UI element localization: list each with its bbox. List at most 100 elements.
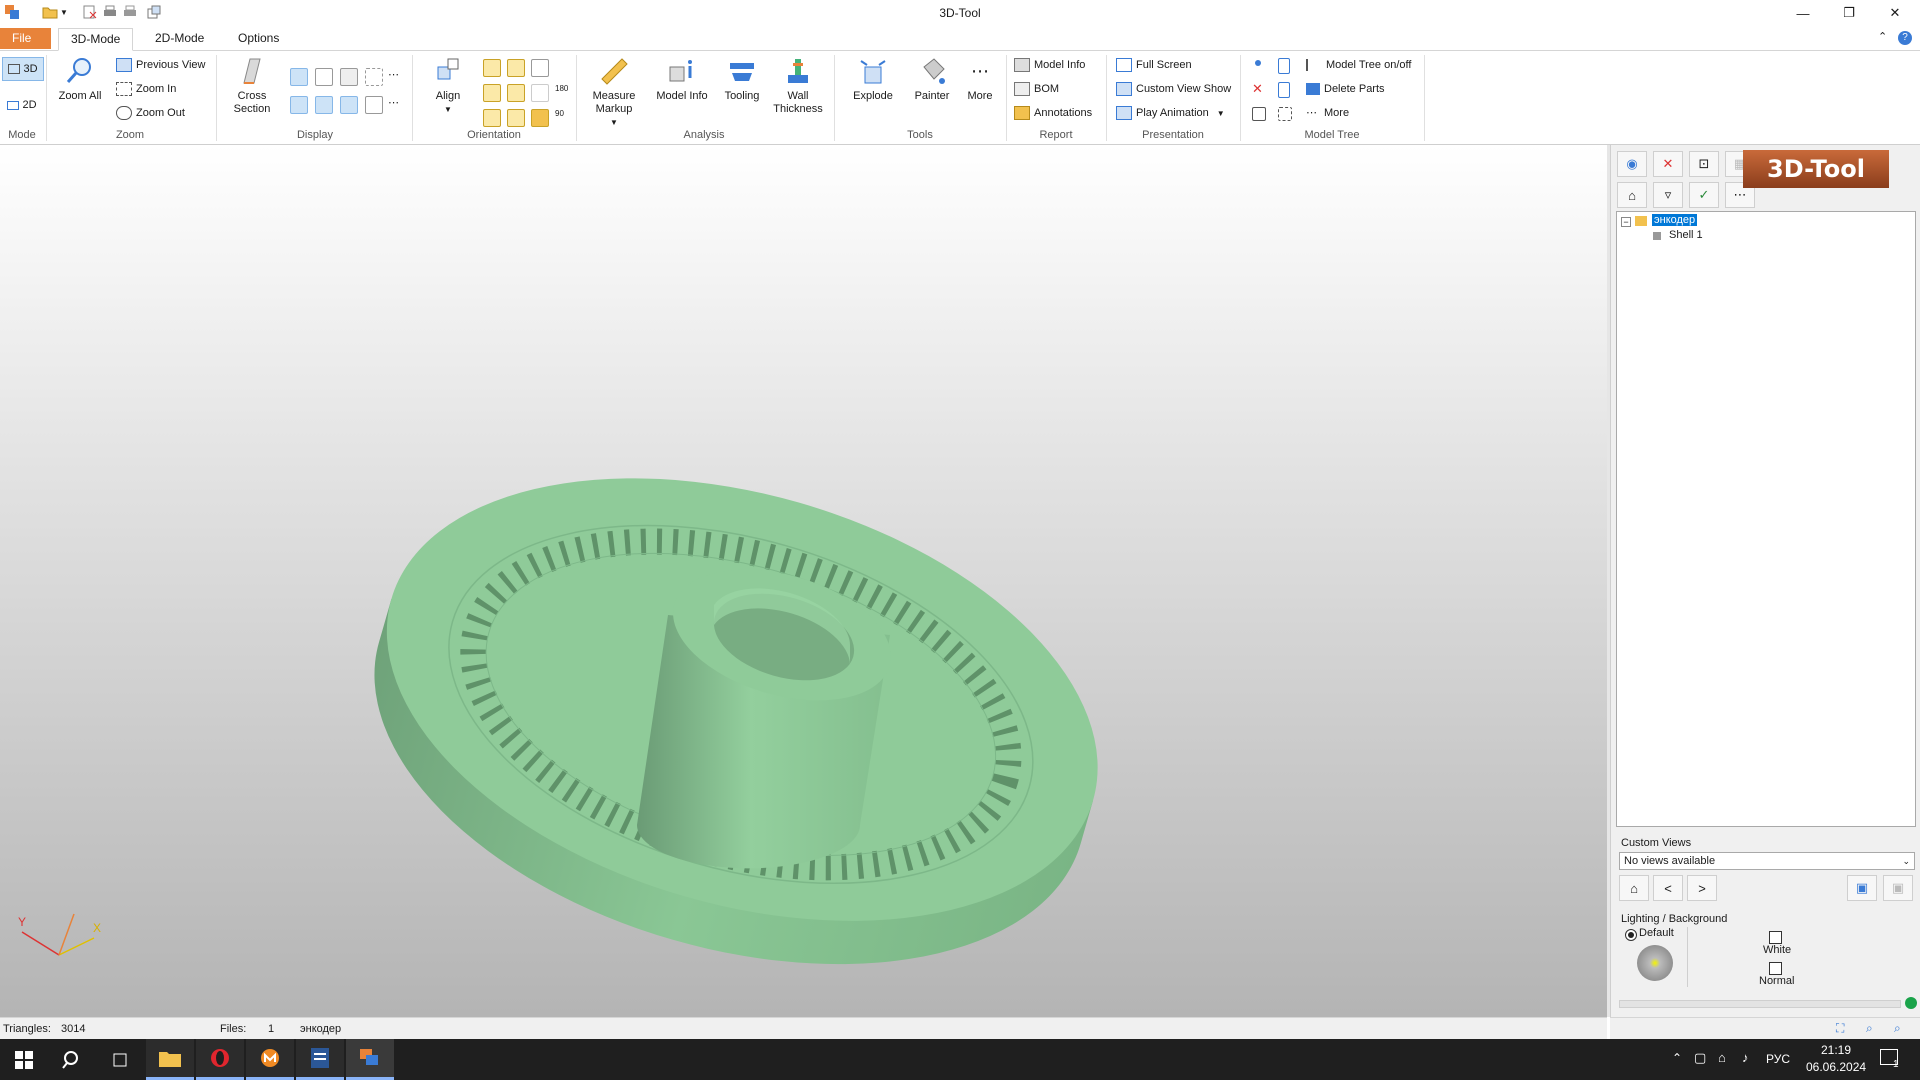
tray-device-icon[interactable]: ▢: [1694, 1050, 1706, 1066]
rotate-180-icon[interactable]: 180: [555, 84, 571, 100]
settings-icon[interactable]: [1278, 107, 1292, 121]
model-info-button[interactable]: Model Info: [650, 55, 714, 103]
view-custom-icon[interactable]: [531, 84, 549, 102]
more-model-tree-button[interactable]: ⋯ More: [1306, 104, 1349, 122]
explode-button[interactable]: Explode: [844, 55, 902, 103]
hidden-lines-icon[interactable]: [340, 68, 358, 86]
hide-icon[interactable]: ✕: [1252, 82, 1264, 96]
custom-views-select[interactable]: No views available ⌄: [1619, 852, 1915, 870]
painter-button[interactable]: Painter: [904, 55, 960, 103]
view-front-icon[interactable]: [483, 59, 501, 77]
hide-all-icon[interactable]: [1278, 82, 1290, 98]
show-part-icon[interactable]: ◉: [1617, 151, 1647, 177]
mail-app-icon[interactable]: [246, 1039, 294, 1080]
default-radio[interactable]: [1625, 929, 1637, 941]
view-top-icon[interactable]: [483, 109, 501, 127]
light-sphere-icon[interactable]: [1637, 945, 1673, 981]
custom-view-prev-button[interactable]: <: [1653, 875, 1683, 901]
tab-file[interactable]: File: [0, 28, 51, 49]
tooling-button[interactable]: Tooling: [716, 55, 768, 103]
edges-icon[interactable]: [290, 96, 308, 114]
restore-button[interactable]: ❐: [1826, 0, 1872, 26]
measure-markup-button[interactable]: Measure Markup ▼: [584, 55, 644, 129]
shaded-view-icon[interactable]: [290, 68, 308, 86]
tree-collapse-toggle[interactable]: −: [1621, 217, 1631, 227]
save-view-icon[interactable]: ▣: [1847, 875, 1877, 901]
play-animation-button[interactable]: Play Animation ▼: [1116, 104, 1225, 122]
points-icon[interactable]: [365, 96, 383, 114]
show-all-icon[interactable]: [1278, 58, 1290, 74]
encoder-model[interactable]: [0, 145, 1607, 1017]
tray-time[interactable]: 21:19: [1806, 1043, 1866, 1057]
view-back-icon[interactable]: [507, 59, 525, 77]
delete-parts-button[interactable]: Delete Parts: [1306, 80, 1385, 98]
file-explorer-icon[interactable]: [146, 1039, 194, 1080]
rotate-90-icon[interactable]: 90: [555, 109, 571, 125]
hide-part-icon[interactable]: ✕: [1653, 151, 1683, 177]
tab-3d-mode[interactable]: 3D-Mode: [58, 28, 134, 51]
tab-options[interactable]: Options: [226, 28, 291, 49]
opera-icon[interactable]: [196, 1039, 244, 1080]
align-button[interactable]: Align ▼: [420, 55, 476, 116]
cross-section-button[interactable]: Cross Section: [224, 55, 280, 116]
wall-thickness-button[interactable]: Wall Thickness: [770, 55, 826, 116]
tab-2d-mode[interactable]: 2D-Mode: [143, 28, 216, 49]
bom-button[interactable]: BOM: [1014, 80, 1059, 98]
more-tools-button[interactable]: ⋯ More: [960, 55, 1000, 103]
zoom-out-status-icon[interactable]: ⌕: [1894, 1021, 1901, 1036]
isolate-part-icon[interactable]: ⊡: [1689, 151, 1719, 177]
shaded-edges-icon[interactable]: [315, 68, 333, 86]
pmi-icon[interactable]: [340, 96, 358, 114]
tray-network-icon[interactable]: ⌂: [1718, 1050, 1726, 1065]
3d-viewport[interactable]: Y X: [0, 145, 1607, 1017]
white-checkbox[interactable]: [1769, 931, 1782, 944]
view-bottom-icon[interactable]: [507, 109, 525, 127]
mode-2d-button[interactable]: 2D: [2, 96, 42, 114]
close-window-button[interactable]: ✕: [1872, 0, 1918, 26]
task-view-icon[interactable]: [96, 1039, 144, 1080]
show-icon[interactable]: [1252, 58, 1264, 72]
search-icon[interactable]: [48, 1039, 96, 1080]
fit-view-icon[interactable]: ⛶: [1836, 1021, 1844, 1036]
help-icon[interactable]: ?: [1898, 31, 1912, 45]
full-screen-button[interactable]: Full Screen: [1116, 56, 1192, 74]
zoom-out-button[interactable]: Zoom Out: [116, 104, 185, 122]
previous-view-button[interactable]: Previous View: [116, 56, 206, 74]
zoom-in-button[interactable]: Zoom In: [116, 80, 176, 98]
windows-start-icon[interactable]: [0, 1039, 48, 1080]
wireframe-icon[interactable]: [365, 68, 383, 86]
tray-date[interactable]: 06.06.2024: [1806, 1060, 1866, 1074]
tray-chevron-up-icon[interactable]: ⌃: [1672, 1051, 1682, 1065]
tree-root-item[interactable]: энкодер: [1652, 214, 1698, 226]
normal-checkbox[interactable]: [1769, 962, 1782, 975]
filter-check-icon[interactable]: ✓: [1689, 182, 1719, 208]
more-display-icon[interactable]: ⋯: [388, 96, 404, 112]
view-right-icon[interactable]: [507, 84, 525, 102]
vertices-icon[interactable]: [315, 96, 333, 114]
3d-tool-taskbar-icon[interactable]: [346, 1039, 394, 1080]
filter-icon[interactable]: ▿: [1653, 182, 1683, 208]
view-left-icon[interactable]: [483, 84, 501, 102]
view-3d-icon[interactable]: [531, 109, 549, 127]
custom-view-show-button[interactable]: Custom View Show: [1116, 80, 1231, 98]
minimize-button[interactable]: —: [1780, 0, 1826, 26]
mode-3d-button[interactable]: 3D: [2, 57, 44, 81]
zoom-in-status-icon[interactable]: ⌕: [1866, 1021, 1873, 1036]
more-display-icon[interactable]: ⋯: [388, 68, 404, 84]
custom-view-home-icon[interactable]: ⌂: [1619, 875, 1649, 901]
delete-view-icon[interactable]: ▣: [1883, 875, 1913, 901]
annotations-button[interactable]: Annotations: [1014, 104, 1092, 122]
tray-volume-icon[interactable]: ♪: [1742, 1050, 1749, 1065]
custom-view-next-button[interactable]: >: [1687, 875, 1717, 901]
word-app-icon[interactable]: [296, 1039, 344, 1080]
zoom-all-button[interactable]: Zoom All: [52, 55, 108, 103]
view-iso-icon[interactable]: [531, 59, 549, 77]
tree-child-item[interactable]: Shell 1: [1669, 229, 1703, 241]
collapse-ribbon-icon[interactable]: ⌃: [1878, 30, 1887, 43]
rotate-icon[interactable]: [555, 59, 571, 75]
tray-language[interactable]: РУС: [1766, 1052, 1790, 1066]
tree-expand-icon[interactable]: ⌂: [1617, 182, 1647, 208]
report-model-info-button[interactable]: Model Info: [1014, 56, 1085, 74]
model-tree-toggle-button[interactable]: Model Tree on/off: [1306, 56, 1411, 74]
isolate-icon[interactable]: [1252, 107, 1266, 121]
